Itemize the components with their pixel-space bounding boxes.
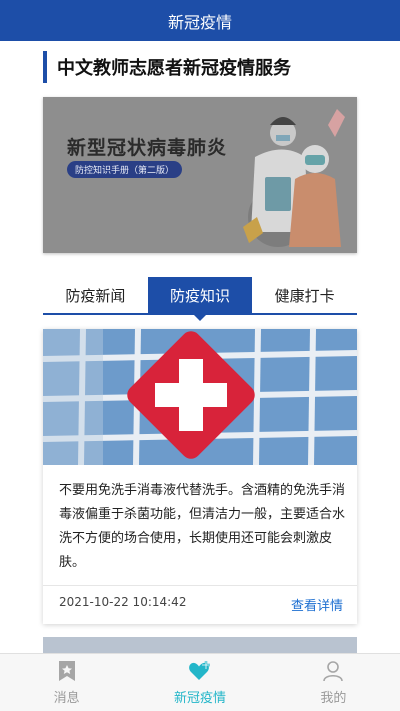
tab-news-label: 防疫新闻 [65, 286, 126, 305]
tab-news[interactable]: 防疫新闻 [43, 277, 148, 313]
tab-bar: 防疫新闻 防疫知识 健康打卡 [43, 277, 357, 321]
tab-knowledge[interactable]: 防疫知识 [147, 277, 253, 321]
banner-title: 新型冠状病毒肺炎 [67, 137, 228, 159]
nav-profile[interactable]: 我的 [267, 654, 400, 711]
nav-profile-label: 我的 [320, 691, 347, 706]
star-bookmark-icon [55, 659, 79, 683]
article-timestamp: 2021-10-22 10:14:42 [59, 595, 187, 609]
tab-knowledge-label: 防疫知识 [170, 286, 231, 305]
article-summary: 不要用免洗手消毒液代替洗手。含酒精的免洗手消毒液偏重于杀菌功能，但清洁力一般，主… [59, 483, 346, 570]
heart-plus-icon [188, 659, 212, 683]
section-title-text: 中文教师志愿者新冠疫情服务 [57, 58, 291, 79]
card-divider [43, 585, 357, 586]
tab-health-checkin[interactable]: 健康打卡 [252, 277, 357, 313]
nav-messages-label: 消息 [53, 691, 80, 706]
app-header: 新冠疫情 [0, 0, 400, 41]
view-details-link[interactable]: 查看详情 [291, 595, 343, 614]
user-icon [321, 659, 345, 683]
tab-checkin-label: 健康打卡 [274, 286, 335, 305]
section-title: 中文教师志愿者新冠疫情服务 [43, 51, 291, 83]
nav-covid-label: 新冠疫情 [173, 691, 226, 706]
article-card[interactable]: 不要用免洗手消毒液代替洗手。含酒精的免洗手消毒液偏重于杀菌功能，但清洁力一般，主… [43, 329, 357, 624]
hospital-cross-image [43, 329, 357, 465]
banner-image[interactable]: 新型冠状病毒肺炎 防控知识手册（第二版） [43, 97, 357, 253]
bottom-nav: 消息 新冠疫情 我的 [0, 653, 400, 711]
nav-covid[interactable]: 新冠疫情 [133, 654, 266, 711]
banner-subtitle-badge: 防控知识手册（第二版） [67, 161, 183, 178]
nav-messages[interactable]: 消息 [0, 654, 133, 711]
article-image [43, 329, 357, 465]
header-title: 新冠疫情 [167, 12, 232, 32]
